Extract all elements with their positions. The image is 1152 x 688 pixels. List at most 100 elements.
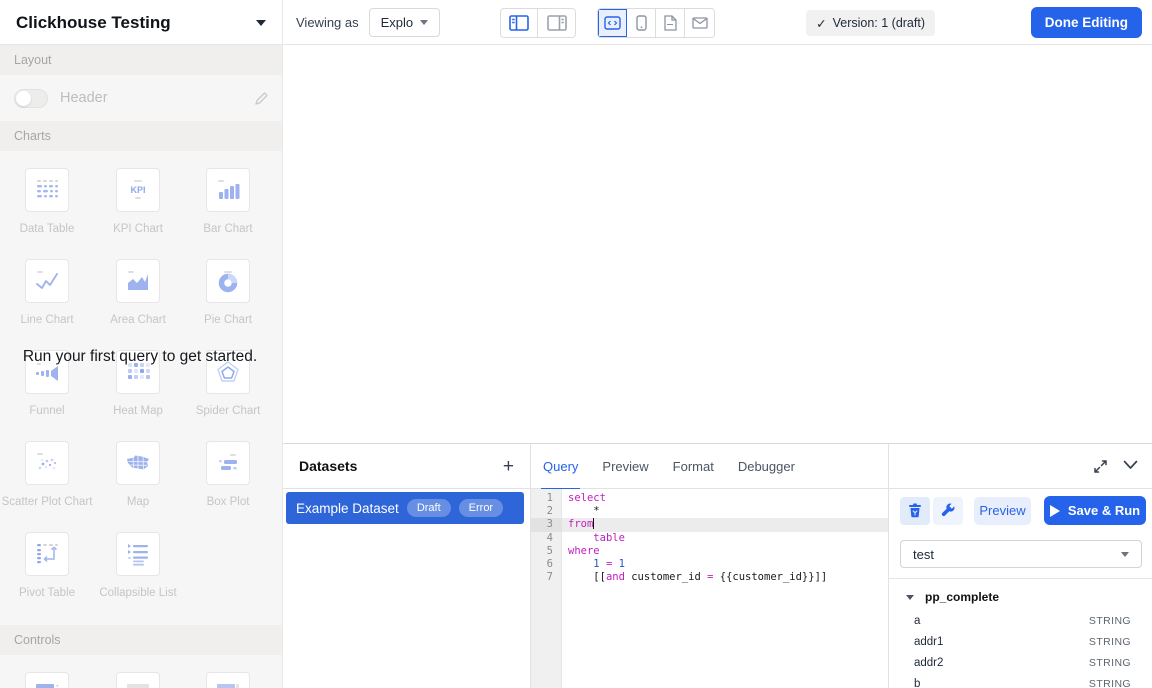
- tab-query[interactable]: Query: [543, 444, 578, 489]
- control-type-card[interactable]: [188, 672, 268, 688]
- chart-type-collapsible-list[interactable]: Collapsible List: [98, 532, 178, 599]
- chart-type-area-chart[interactable]: Area Chart: [98, 259, 178, 326]
- editor-tabs: Query Preview Format Debugger: [531, 444, 888, 489]
- draft-badge: Draft: [407, 499, 451, 517]
- kpi-chart-icon: KPI: [124, 176, 152, 204]
- schema-table-pp-complete[interactable]: pp_complete: [906, 590, 999, 604]
- control-icon: [214, 680, 242, 688]
- error-badge: Error: [459, 499, 503, 517]
- tab-format[interactable]: Format: [673, 444, 714, 489]
- dashboard-title-menu[interactable]: Clickhouse Testing: [0, 0, 283, 45]
- code-line[interactable]: 4 table: [531, 532, 888, 545]
- expand-panel-icon[interactable]: [1093, 459, 1108, 474]
- query-editor-panel: Query Preview Format Debugger 1select2 *…: [531, 444, 888, 688]
- chart-type-bar-chart[interactable]: Bar Chart: [188, 168, 268, 235]
- code-line[interactable]: 2 *: [531, 505, 888, 518]
- chart-type-kpi-chart[interactable]: KPI KPI Chart: [98, 168, 178, 235]
- browser-view-button[interactable]: [598, 9, 627, 37]
- field-type: STRING: [1089, 636, 1131, 648]
- toggle-right-panel-button[interactable]: [538, 9, 575, 37]
- code-line[interactable]: 6 1 = 1: [531, 558, 888, 571]
- chart-type-box-plot[interactable]: Box Plot: [188, 441, 268, 508]
- code-line[interactable]: 1select: [531, 492, 888, 505]
- control-type-card[interactable]: [7, 672, 87, 688]
- viewing-as-select[interactable]: Explo: [369, 8, 441, 37]
- schema-field-row: b STRING: [914, 675, 1131, 688]
- tab-debugger[interactable]: Debugger: [738, 444, 795, 489]
- chevron-down-icon: [906, 595, 914, 600]
- query-actions-panel: Preview Save & Run test pp_complete a: [888, 444, 1152, 688]
- panel-left-icon: [509, 15, 529, 31]
- save-and-run-button[interactable]: Save & Run: [1044, 496, 1146, 525]
- chevron-down-icon: [256, 20, 266, 26]
- area-chart-icon: [124, 267, 152, 295]
- bar-chart-icon: [214, 176, 242, 204]
- check-icon: ✓: [816, 16, 826, 31]
- version-label: Version: 1 (draft): [833, 16, 925, 30]
- table-select-value: test: [913, 547, 1121, 562]
- box-plot-icon: [214, 449, 242, 477]
- add-dataset-button[interactable]: +: [503, 457, 514, 476]
- format-query-button[interactable]: [933, 497, 963, 525]
- header-toggle[interactable]: [14, 89, 48, 108]
- schema-table-name: pp_complete: [925, 590, 999, 604]
- browser-code-icon: [604, 16, 621, 30]
- field-name: a: [914, 615, 1089, 627]
- pie-chart-icon: [214, 267, 242, 295]
- code-line[interactable]: 3from: [531, 518, 888, 531]
- preview-button[interactable]: Preview: [974, 497, 1031, 525]
- actions-row: Preview Save & Run: [900, 496, 1146, 525]
- dashboard-editor: Clickhouse Testing Viewing as Explo: [0, 0, 1152, 688]
- mobile-view-button[interactable]: [627, 9, 656, 37]
- version-badge[interactable]: ✓ Version: 1 (draft): [806, 10, 935, 36]
- chart-type-pie-chart[interactable]: Pie Chart: [188, 259, 268, 326]
- edit-pencil-icon[interactable]: [254, 91, 269, 106]
- field-name: addr1: [914, 636, 1089, 648]
- page-title: Clickhouse Testing: [16, 13, 256, 33]
- data-table-icon: [33, 176, 61, 204]
- chevron-down-icon: [1121, 552, 1129, 557]
- chart-type-data-table[interactable]: Data Table: [7, 168, 87, 235]
- panel-toggle-group: [500, 8, 576, 38]
- header-toggle-label: Header: [60, 90, 242, 106]
- chart-type-line-chart[interactable]: Line Chart: [7, 259, 87, 326]
- section-charts: Charts: [0, 121, 283, 151]
- tab-preview[interactable]: Preview: [602, 444, 648, 489]
- chart-type-pivot-table[interactable]: Pivot Table: [7, 532, 87, 599]
- map-icon: [124, 449, 152, 477]
- sql-editor[interactable]: 1select2 *3from4 table5where6 1 = 17 [[a…: [531, 489, 888, 688]
- viewing-as-group: Viewing as Explo: [296, 0, 440, 45]
- code-line[interactable]: 7 [[and customer_id = {{customer_id}}]]: [531, 571, 888, 584]
- dataset-name: Example Dataset: [296, 501, 399, 516]
- query-bottom-panel: Datasets + Example Dataset Draft Error Q…: [283, 443, 1152, 688]
- panel-right-icon: [547, 15, 567, 31]
- datasets-header: Datasets +: [283, 444, 530, 489]
- chart-type-scatter-plot-chart[interactable]: Scatter Plot Chart: [7, 441, 87, 508]
- pdf-view-button[interactable]: [656, 9, 685, 37]
- field-name: addr2: [914, 657, 1089, 669]
- collapse-panel-chevron-icon[interactable]: [1123, 460, 1138, 470]
- dropdown-control-icon: [33, 680, 61, 688]
- field-name: b: [914, 678, 1089, 688]
- schema-field-row: a STRING: [914, 612, 1131, 630]
- mobile-phone-icon: [636, 15, 647, 31]
- pdf-document-icon: [663, 15, 677, 31]
- control-type-card[interactable]: [98, 672, 178, 688]
- chart-type-map[interactable]: Map: [98, 441, 178, 508]
- toggle-left-panel-button[interactable]: [501, 9, 538, 37]
- email-view-button[interactable]: [685, 9, 714, 37]
- dataset-item-example-dataset[interactable]: Example Dataset Draft Error: [286, 492, 524, 524]
- datasets-panel: Datasets + Example Dataset Draft Error: [283, 444, 531, 688]
- code-line[interactable]: 5where: [531, 545, 888, 558]
- table-select[interactable]: test: [900, 540, 1142, 568]
- trash-icon: [908, 503, 922, 518]
- element-sidebar: Layout Header Charts Data Table KPI: [0, 45, 283, 688]
- datasets-title: Datasets: [299, 458, 503, 474]
- view-mode-group: [597, 8, 715, 38]
- field-type: STRING: [1089, 678, 1131, 688]
- svg-text:KPI: KPI: [130, 185, 145, 195]
- wrench-icon: [941, 503, 956, 518]
- delete-query-button[interactable]: [900, 497, 930, 525]
- text-cursor: [593, 518, 594, 529]
- done-editing-button[interactable]: Done Editing: [1031, 7, 1142, 38]
